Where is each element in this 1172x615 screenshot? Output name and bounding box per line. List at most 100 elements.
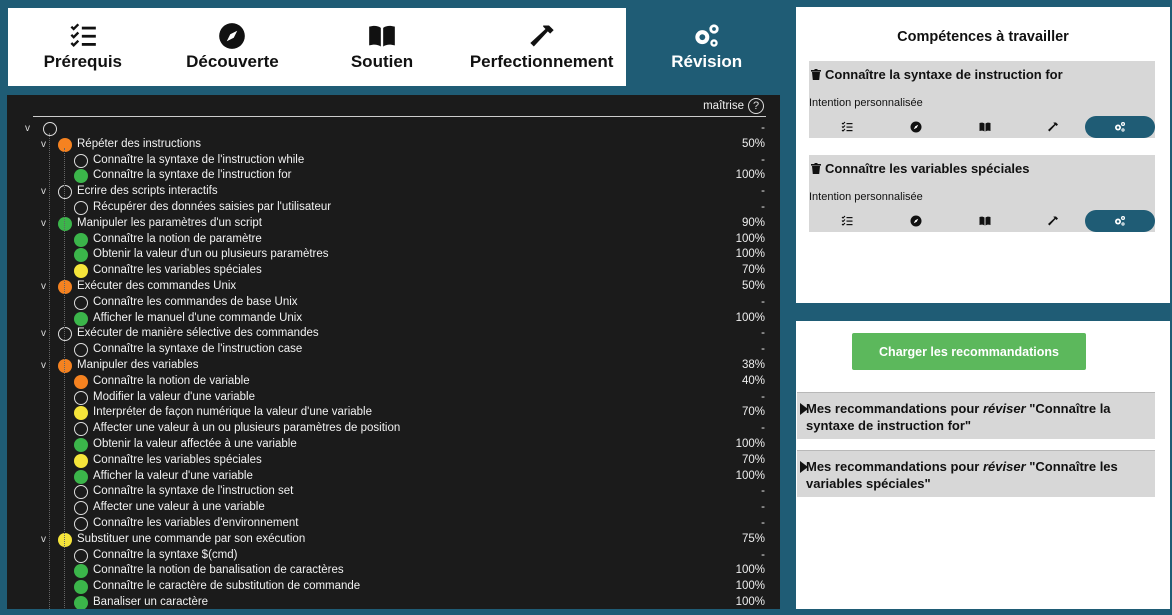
skill-card-name: Connaître la syntaxe de instruction for	[825, 67, 1063, 82]
skills-to-work-panel: Compétences à travailler Connaître la sy…	[796, 7, 1170, 303]
skill-label: Connaître la notion de variable	[93, 374, 250, 387]
mastery-status-dot	[58, 216, 72, 231]
load-recommendations-button[interactable]: Charger les recommandations	[852, 333, 1086, 370]
reco-prefix: Mes recommandations pour	[806, 459, 983, 474]
tree-node-row[interactable]: v Ecrire des scripts interactifs -	[7, 184, 780, 200]
trash-icon[interactable]	[811, 69, 821, 80]
tree-leaf-row[interactable]: Modifier la valeur d'une variable -	[7, 390, 780, 406]
expand-toggle[interactable]: v	[41, 137, 46, 153]
book-icon	[979, 121, 991, 133]
book-icon	[368, 22, 396, 50]
expand-toggle[interactable]: v	[41, 326, 46, 342]
mastery-value: 50%	[741, 279, 765, 292]
tree-leaf-row[interactable]: Connaître la syntaxe de l'instruction fo…	[7, 168, 780, 184]
mastery-status-dot	[74, 374, 88, 389]
expand-toggle[interactable]: v	[41, 216, 46, 232]
tab-label: Perfectionnement	[469, 52, 614, 71]
mastery-status-dot	[74, 248, 88, 263]
skill-label: Obtenir la valeur affectée à une variabl…	[93, 437, 297, 450]
mastery-status-dot	[74, 469, 88, 484]
skill-label: Récupérer des données saisies par l'util…	[93, 200, 332, 213]
skill-label: Afficher le manuel d'une commande Unix	[93, 311, 303, 324]
skill-label: Connaître les variables d'environnement	[93, 516, 299, 529]
tab-prerequis[interactable]: Prérequis	[8, 8, 158, 86]
recommendation-accordion[interactable]: Mes recommandations pour réviser "Connaî…	[797, 392, 1155, 439]
tree-guide-line	[49, 133, 50, 609]
tree-node-row[interactable]: v Exécuter de manière sélective des comma…	[7, 326, 780, 342]
tree-node-row[interactable]: v Répéter des instructions 50%	[7, 137, 780, 153]
skill-label: Connaître les variables spéciales	[93, 453, 262, 466]
mastery-value: 70%	[741, 453, 765, 466]
tree-leaf-row[interactable]: Afficher le manuel d'une commande Unix 10…	[7, 311, 780, 327]
mode-decouverte-button[interactable]	[905, 116, 927, 138]
recommendation-accordion[interactable]: Mes recommandations pour réviser "Connaî…	[797, 450, 1155, 497]
tree-leaf-row[interactable]: Connaître la notion de paramètre 100%	[7, 232, 780, 248]
mastery-value: -	[761, 327, 765, 340]
mastery-value: -	[761, 548, 765, 561]
expand-toggle[interactable]: v	[41, 184, 46, 200]
mode-prerequis-button[interactable]	[836, 116, 858, 138]
mode-revision-button[interactable]	[1085, 116, 1155, 138]
trash-icon[interactable]	[811, 163, 821, 174]
mode-decouverte-button[interactable]	[905, 210, 927, 232]
skill-label: Banaliser un caractère	[93, 595, 209, 608]
tree-leaf-row[interactable]: Connaître le caractère de substitution d…	[7, 579, 780, 595]
mode-revision-button[interactable]	[1085, 210, 1155, 232]
skill-label: Interpréter de façon numérique la valeur…	[93, 406, 373, 419]
tree-leaf-row[interactable]: Connaître la syntaxe $(cmd) -	[7, 548, 780, 564]
mode-soutien-button[interactable]	[974, 116, 996, 138]
skill-label: Connaître la syntaxe de l'instruction se…	[93, 485, 294, 498]
tree-leaf-row[interactable]: Récupérer des données saisies par l'util…	[7, 200, 780, 216]
expand-toggle[interactable]: v	[41, 532, 46, 548]
mastery-value: -	[761, 343, 765, 356]
tree-leaf-row[interactable]: Affecter une valeur à un ou plusieurs pa…	[7, 421, 780, 437]
skill-label: Connaître le caractère de substitution d…	[93, 580, 361, 593]
tree-leaf-row[interactable]: Obtenir la valeur d'un ou plusieurs para…	[7, 247, 780, 263]
tree-leaf-row[interactable]: Obtenir la valeur affectée à une variabl…	[7, 437, 780, 453]
expand-toggle[interactable]: v	[41, 358, 46, 374]
mastery-value: -	[761, 501, 765, 514]
expand-toggle[interactable]: v	[25, 121, 30, 137]
tab-decouverte[interactable]: Découverte	[158, 8, 308, 86]
tree-node-row[interactable]: v Manipuler des variables 38%	[7, 358, 780, 374]
tree-leaf-row[interactable]: Connaître les variables spéciales 70%	[7, 263, 780, 279]
tree-leaf-row[interactable]: Banaliser un caractère 100%	[7, 595, 780, 609]
mastery-status-dot	[74, 501, 88, 516]
tab-soutien[interactable]: Soutien	[307, 8, 457, 86]
mastery-status-dot	[74, 295, 88, 310]
tree-leaf-row[interactable]: Connaître la notion de banalisation de c…	[7, 563, 780, 579]
tree-leaf-row[interactable]: Connaître la syntaxe de l'instruction ca…	[7, 342, 780, 358]
mastery-value: -	[761, 295, 765, 308]
tree-leaf-row[interactable]: Connaître la syntaxe de l'instruction wh…	[7, 153, 780, 169]
tab-revision[interactable]: Révision	[626, 8, 787, 86]
gears-icon	[693, 22, 721, 50]
skill-label: Connaître la notion de banalisation de c…	[93, 564, 344, 577]
expand-toggle[interactable]: v	[41, 279, 46, 295]
mastery-status-dot	[74, 406, 88, 421]
mastery-value: 100%	[735, 564, 765, 577]
tree-node-row[interactable]: v Exécuter des commandes Unix 50%	[7, 279, 780, 295]
tree-node-row[interactable]: v-	[7, 121, 780, 137]
mastery-value: 100%	[735, 595, 765, 608]
tree-node-row[interactable]: v Manipuler les paramètres d'un script 90%	[7, 216, 780, 232]
tree-leaf-row[interactable]: Affecter une valeur à une variable -	[7, 500, 780, 516]
tree-leaf-row[interactable]: Interpréter de façon numérique la valeur…	[7, 405, 780, 421]
mode-perfectionnement-button[interactable]	[1042, 116, 1064, 138]
help-icon[interactable]: ?	[748, 98, 764, 114]
tree-leaf-row[interactable]: Connaître les variables spéciales 70%	[7, 453, 780, 469]
tree-leaf-row[interactable]: Connaître les commandes de base Unix -	[7, 295, 780, 311]
tree-leaf-row[interactable]: Connaître la notion de variable 40%	[7, 374, 780, 390]
reco-prefix: Mes recommandations pour	[806, 401, 983, 416]
mode-prerequis-button[interactable]	[836, 210, 858, 232]
tree-leaf-row[interactable]: Connaître la syntaxe de l'instruction se…	[7, 484, 780, 500]
tree-leaf-row[interactable]: Connaître les variables d'environnement -	[7, 516, 780, 532]
mode-perfectionnement-button[interactable]	[1042, 210, 1064, 232]
tree-node-row[interactable]: v Substituer une commande par son exécuti…	[7, 532, 780, 548]
tab-perfectionnement[interactable]: Perfectionnement	[457, 8, 627, 86]
gears-icon	[1114, 121, 1126, 133]
panel-title: Compétences à travailler	[897, 29, 1069, 45]
mastery-status-dot	[74, 437, 88, 452]
mode-soutien-button[interactable]	[974, 210, 996, 232]
tree-leaf-row[interactable]: Afficher la valeur d'une variable 100%	[7, 469, 780, 485]
skill-label: Connaître les variables spéciales	[93, 264, 262, 277]
